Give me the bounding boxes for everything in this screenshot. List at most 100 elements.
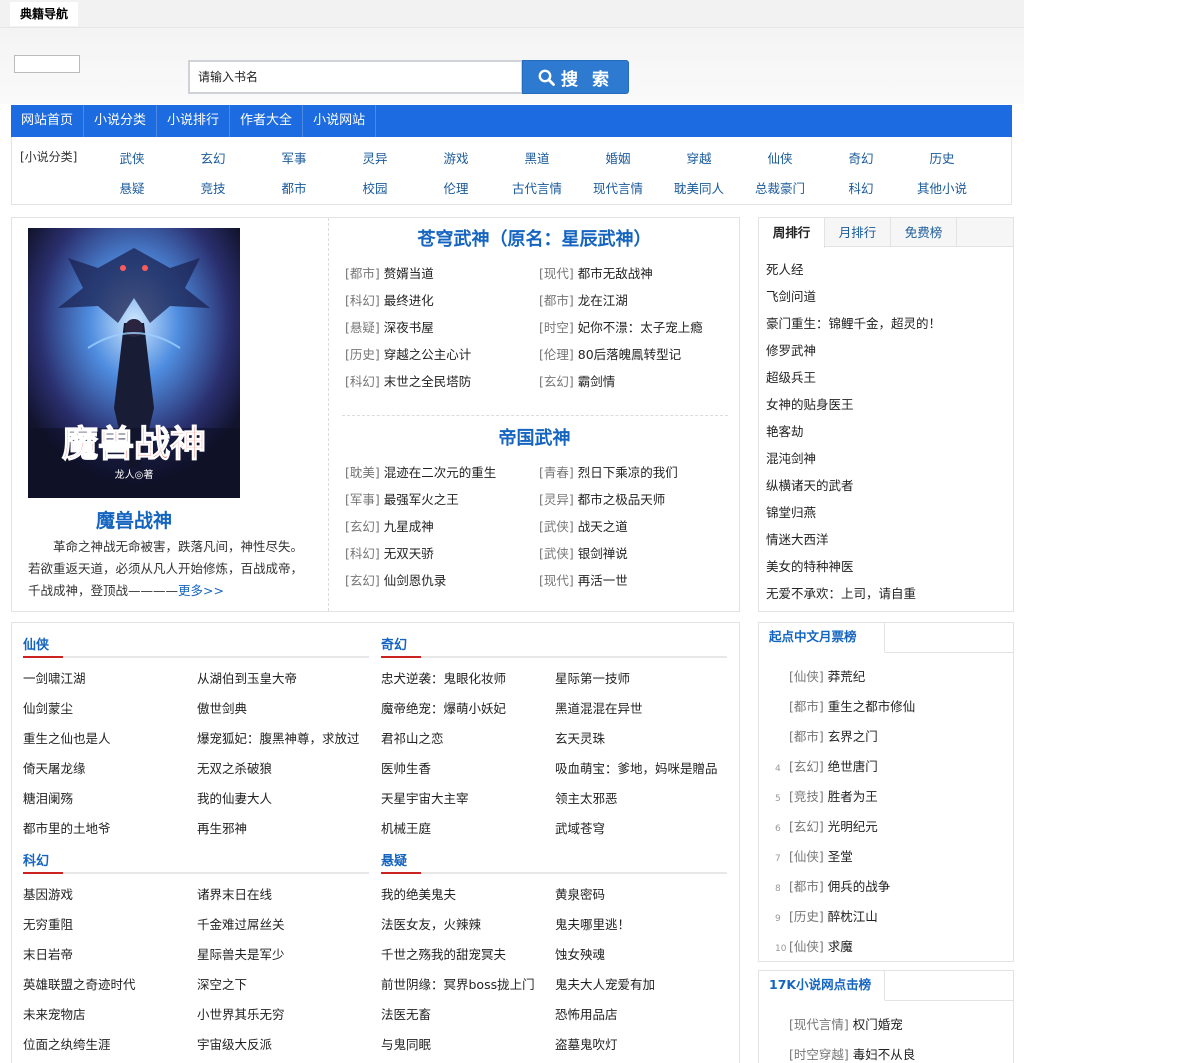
site-brand[interactable]: 典籍导航 — [10, 2, 79, 26]
book-item[interactable]: [科幻] 无双天骄 — [345, 543, 434, 562]
category-link[interactable]: 武侠 — [102, 148, 162, 167]
book-item[interactable]: [科幻] 末世之全民塔防 — [345, 371, 471, 390]
list-item[interactable]: 末日岩帝 — [23, 944, 73, 963]
ranking-item[interactable]: 情迷大西洋 — [766, 529, 829, 548]
category-link[interactable]: 现代言情 — [588, 178, 648, 197]
category-link[interactable]: 悬疑 — [102, 178, 162, 197]
ranking-item[interactable]: 8 [都市] 佣兵的战争 — [775, 876, 890, 895]
ranking-item[interactable]: [现代言情] 权门婚宠 — [789, 1014, 903, 1033]
ranking-item[interactable]: 修罗武神 — [766, 340, 816, 359]
list-item[interactable]: 重生之仙也是人 — [23, 728, 111, 747]
list-item[interactable]: 千世之殇我的甜宠冥夫 — [381, 944, 506, 963]
list-item[interactable]: 黑道混混在异世 — [555, 698, 643, 717]
category-link[interactable]: 军事 — [264, 148, 324, 167]
list-item[interactable]: 我的绝美鬼夫 — [381, 884, 456, 903]
section-title-xuanyi[interactable]: 悬疑 — [381, 850, 407, 869]
list-item[interactable]: 机械王庭 — [381, 818, 431, 837]
list-item[interactable]: 我的仙妻大人 — [197, 788, 272, 807]
ranking-item[interactable]: 无爱不承欢：上司，请自重 — [766, 583, 916, 602]
category-link[interactable]: 仙侠 — [750, 148, 810, 167]
list-item[interactable]: 魔帝绝宠：爆萌小妖妃 — [381, 698, 506, 717]
list-item[interactable]: 无穷重阻 — [23, 914, 73, 933]
nav-categories[interactable]: 小说分类 — [84, 105, 158, 137]
tab-weekly[interactable]: 周排行 — [759, 218, 825, 248]
book-item[interactable]: [武侠] 战天之道 — [539, 516, 628, 535]
ranking-item[interactable]: 10 [仙侠] 求魔 — [775, 936, 853, 955]
category-link[interactable]: 玄幻 — [183, 148, 243, 167]
nav-home[interactable]: 网站首页 — [11, 105, 85, 137]
list-item[interactable]: 诸界末日在线 — [197, 884, 272, 903]
book-item[interactable]: [玄幻] 仙剑恩仇录 — [345, 570, 446, 589]
book-item[interactable]: [现代] 再活一世 — [539, 570, 628, 589]
k17-ranking-title[interactable]: 17K小说网点击榜 — [759, 971, 885, 1001]
ranking-item[interactable]: 6 [玄幻] 光明纪元 — [775, 816, 878, 835]
category-link[interactable]: 历史 — [912, 148, 972, 167]
book-item[interactable]: [科幻] 最终进化 — [345, 290, 434, 309]
list-item[interactable]: 吸血萌宝：爹地，妈咪是贈品 — [555, 758, 718, 777]
list-item[interactable]: 医帅生香 — [381, 758, 431, 777]
list-item[interactable]: 仙剑蒙尘 — [23, 698, 73, 717]
list-item[interactable]: 法医无畜 — [381, 1004, 431, 1023]
category-link[interactable]: 科幻 — [831, 178, 891, 197]
list-item[interactable]: 盗墓鬼吹灯 — [555, 1034, 618, 1053]
list-item[interactable]: 天星宇宙大主宰 — [381, 788, 469, 807]
category-link[interactable]: 古代言情 — [507, 178, 567, 197]
list-item[interactable]: 恐怖用品店 — [555, 1004, 618, 1023]
list-item[interactable]: 星际兽夫是军少 — [197, 944, 285, 963]
list-item[interactable]: 从湖伯到玉皇大帝 — [197, 668, 297, 687]
list-item[interactable]: 蚀女殃魂 — [555, 944, 605, 963]
category-link[interactable]: 耽美同人 — [669, 178, 729, 197]
category-link[interactable]: 总裁豪门 — [750, 178, 810, 197]
category-link[interactable]: 都市 — [264, 178, 324, 197]
search-button[interactable]: 搜 索 — [522, 60, 629, 94]
list-item[interactable]: 武域苍穹 — [555, 818, 605, 837]
ranking-item[interactable]: 9 [历史] 醉枕江山 — [775, 906, 878, 925]
category-link[interactable]: 伦理 — [426, 178, 486, 197]
list-item[interactable]: 鬼夫大人宠爱有加 — [555, 974, 655, 993]
list-item[interactable]: 鬼夫哪里逃！ — [555, 914, 630, 933]
book-title[interactable]: 帝国武神 — [332, 424, 737, 450]
list-item[interactable]: 糖泪阑殇 — [23, 788, 73, 807]
list-item[interactable]: 与鬼同眠 — [381, 1034, 431, 1053]
ranking-item[interactable]: 7 [仙侠] 圣堂 — [775, 846, 853, 865]
category-link[interactable]: 黑道 — [507, 148, 567, 167]
ranking-item[interactable]: 4 [玄幻] 绝世唐门 — [775, 756, 878, 775]
ranking-item[interactable]: 美女的特种神医 — [766, 556, 854, 575]
tab-monthly[interactable]: 月排行 — [825, 218, 891, 247]
list-item[interactable]: 未来宠物店 — [23, 1004, 86, 1023]
book-item[interactable]: [玄幻] 霸剑情 — [539, 371, 615, 390]
book-item[interactable]: [耽美] 混迹在二次元的重生 — [345, 462, 496, 481]
list-item[interactable]: 无双之杀破狼 — [197, 758, 272, 777]
list-item[interactable]: 傲世剑典 — [197, 698, 247, 717]
ranking-item[interactable]: 女神的贴身医王 — [766, 394, 854, 413]
list-item[interactable]: 宇宙级大反派 — [197, 1034, 272, 1053]
book-item[interactable]: [都市] 赘婿当道 — [345, 263, 434, 282]
nav-sites[interactable]: 小说网站 — [303, 105, 377, 137]
section-title-xianxia[interactable]: 仙侠 — [23, 634, 49, 653]
section-title-qihuan[interactable]: 奇幻 — [381, 634, 407, 653]
book-item[interactable]: [青春] 烈日下乘凉的我们 — [539, 462, 678, 481]
list-item[interactable]: 小世界其乐无穷 — [197, 1004, 285, 1023]
ranking-item[interactable]: [都市] 玄界之门 — [775, 726, 878, 745]
featured-title[interactable]: 魔兽战神 — [28, 506, 240, 533]
book-item[interactable]: [悬疑] 深夜书屋 — [345, 317, 434, 336]
list-item[interactable]: 再生邪神 — [197, 818, 247, 837]
nav-ranking[interactable]: 小说排行 — [157, 105, 231, 137]
tab-free[interactable]: 免费榜 — [891, 218, 957, 247]
list-item[interactable]: 星际第一技师 — [555, 668, 630, 687]
book-title[interactable]: 苍穹武神（原名：星辰武神） — [332, 225, 737, 251]
search-input[interactable]: 请输入书名 — [188, 60, 523, 94]
list-item[interactable]: 深空之下 — [197, 974, 247, 993]
list-item[interactable]: 基因游戏 — [23, 884, 73, 903]
list-item[interactable]: 玄天灵珠 — [555, 728, 605, 747]
list-item[interactable]: 爆宠狐妃：腹黑神尊，求放过 — [197, 728, 360, 747]
ranking-item[interactable]: 混沌剑神 — [766, 448, 816, 467]
book-item[interactable]: [都市] 龙在江湖 — [539, 290, 628, 309]
ranking-item[interactable]: 锦堂归燕 — [766, 502, 816, 521]
list-item[interactable]: 一剑啸江湖 — [23, 668, 86, 687]
ranking-item[interactable]: [仙侠] 莽荒纪 — [775, 666, 865, 685]
ranking-item[interactable]: 飞剑问道 — [766, 286, 816, 305]
category-link[interactable]: 婚姻 — [588, 148, 648, 167]
section-title-kehuan[interactable]: 科幻 — [23, 850, 49, 869]
list-item[interactable]: 都市里的土地爷 — [23, 818, 111, 837]
